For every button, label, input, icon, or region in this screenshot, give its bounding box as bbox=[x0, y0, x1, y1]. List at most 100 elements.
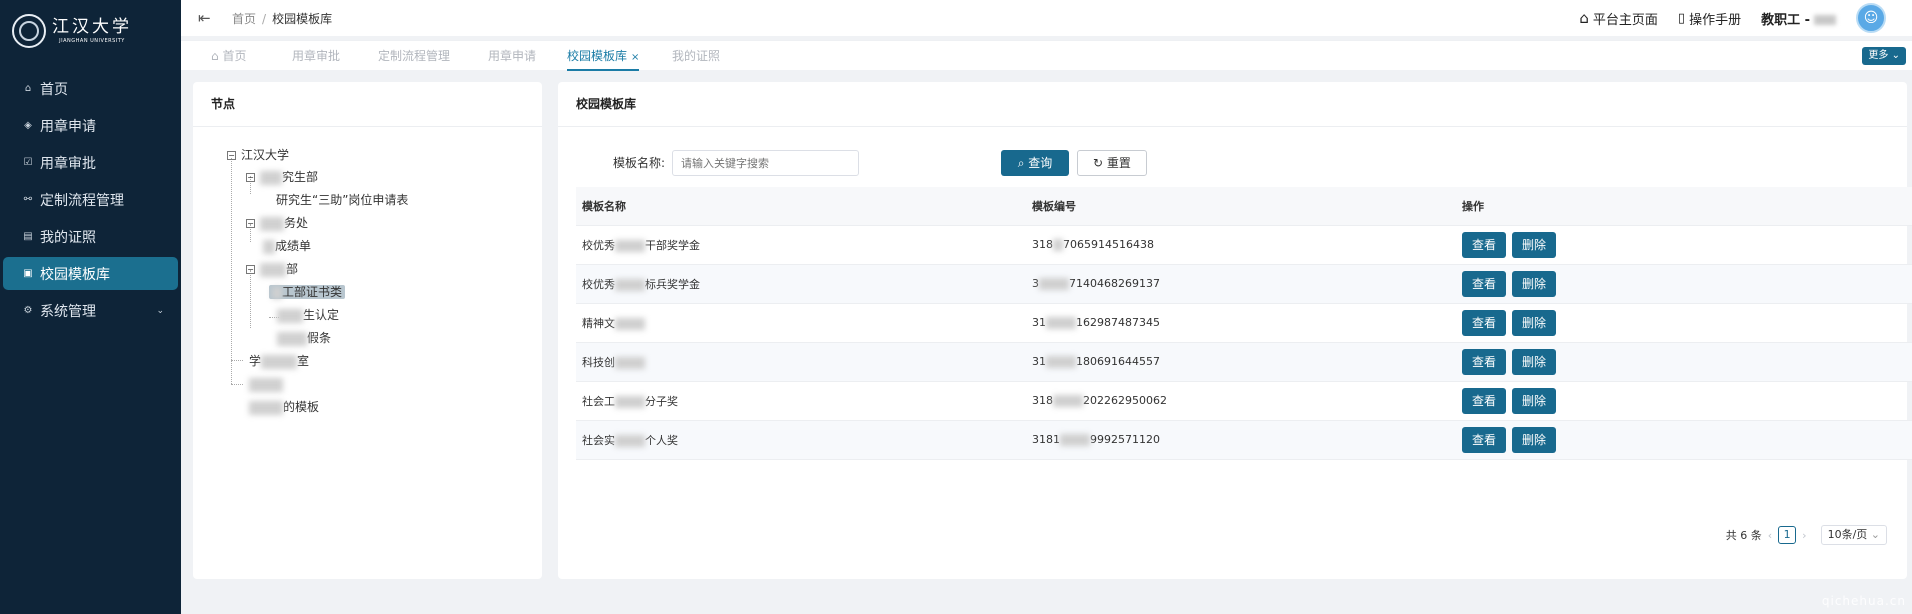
tab-home[interactable]: ⌂ 首页 bbox=[211, 41, 246, 71]
menu-fold-icon[interactable]: ⇤ bbox=[198, 9, 218, 27]
view-button[interactable]: 查看 bbox=[1462, 309, 1506, 336]
sidebar-item-my-certificates[interactable]: ▤ 我的证照 bbox=[3, 220, 178, 253]
house-icon: ⌂ bbox=[1579, 9, 1589, 27]
cell-code: 31 180691644557 bbox=[1026, 342, 1456, 382]
delete-button[interactable]: 删除 bbox=[1512, 426, 1556, 453]
table-row: 校优秀 标兵奖学金 3 7140468269137 查看 删除 bbox=[576, 264, 1912, 304]
blurred-text bbox=[615, 434, 645, 447]
blurred-text bbox=[1060, 434, 1090, 446]
close-icon[interactable]: × bbox=[631, 52, 639, 63]
cell-code: 318 7065914516438 bbox=[1026, 225, 1456, 265]
view-button[interactable]: 查看 bbox=[1462, 270, 1506, 297]
blurred-text bbox=[615, 317, 645, 330]
platform-home-link[interactable]: ⌂ 平台主页面 bbox=[1579, 9, 1658, 28]
cell-code: 3181 9992571120 bbox=[1026, 420, 1456, 460]
col-actions: 操作 bbox=[1456, 187, 1912, 226]
stamp-icon: ◈ bbox=[24, 120, 32, 131]
tree-node-graduate-assistant-form[interactable]: 研究生“三助”岗位申请表 bbox=[276, 191, 408, 209]
collapse-icon[interactable]: − bbox=[246, 173, 255, 182]
blurred-text bbox=[260, 170, 282, 185]
search-bar: 模板名称: ⌕ 查询 ↻ 重置 bbox=[558, 150, 1907, 176]
delete-button[interactable]: 删除 bbox=[1512, 387, 1556, 414]
watermark: qichehua.cn bbox=[1821, 594, 1906, 608]
breadcrumb-home[interactable]: 首页 bbox=[232, 12, 256, 26]
cell-actions: 查看 删除 bbox=[1456, 420, 1912, 460]
tree-panel: 节点 − 江汉大学 − 究生部 研究生“三助”岗位申请表 − 务处 成绩单 − 部 工部… bbox=[193, 82, 542, 579]
delete-button[interactable]: 删除 bbox=[1512, 348, 1556, 375]
sidebar-item-home[interactable]: ⌂ 首页 bbox=[3, 72, 178, 105]
blurred-text bbox=[260, 262, 286, 277]
cell-code: 3 7140468269137 bbox=[1026, 264, 1456, 304]
query-button[interactable]: ⌕ 查询 bbox=[1001, 150, 1069, 176]
template-table: 模板名称 模板编号 操作 校优秀 干部奖学金 318 7065914516438 查… bbox=[576, 187, 1912, 460]
template-library-panel: 校园模板库 模板名称: ⌕ 查询 ↻ 重置 模板名称 模板编号 操作 校优秀干部… bbox=[558, 82, 1912, 579]
tree-node-student-affairs[interactable]: − 部 bbox=[246, 260, 298, 278]
delete-button[interactable]: 删除 bbox=[1512, 231, 1556, 258]
sidebar-item-template-library[interactable]: ▣ 校园模板库 bbox=[3, 257, 178, 290]
tree-node-graduate[interactable]: − 究生部 bbox=[246, 168, 318, 186]
table-row: 精神文 31 162987487345 查看 删除 bbox=[576, 303, 1912, 343]
tree-node-transcript[interactable]: 成绩单 bbox=[263, 237, 311, 255]
logo-name-en: JIANGHAN UNIVERSITY bbox=[59, 38, 125, 44]
view-button[interactable]: 查看 bbox=[1462, 231, 1506, 258]
cell-actions: 查看 删除 bbox=[1456, 303, 1912, 343]
delete-button[interactable]: 删除 bbox=[1512, 270, 1556, 297]
prev-page-icon[interactable]: ‹ bbox=[1768, 529, 1772, 542]
template-name-input[interactable] bbox=[672, 150, 859, 176]
sidebar-menu: ⌂ 首页 ◈ 用章申请 ☑ 用章审批 ⚯ 定制流程管理 ▤ 我的证照 ▣ 校园模板库 ⚙ 系统… bbox=[0, 72, 181, 327]
tab-stamp-approve[interactable]: 用章审批 bbox=[292, 41, 340, 71]
tree-node-root[interactable]: − 江汉大学 bbox=[227, 146, 289, 164]
cell-name: 社会工 分子奖 bbox=[576, 381, 1026, 421]
blurred-text bbox=[272, 286, 282, 299]
cell-actions: 查看 删除 bbox=[1456, 342, 1912, 382]
tab-my-certificates[interactable]: 我的证照 bbox=[672, 41, 720, 71]
tree-node-office[interactable]: 学室 bbox=[249, 352, 309, 370]
chevron-down-icon: ⌄ bbox=[156, 305, 164, 316]
page-number[interactable]: 1 bbox=[1778, 526, 1797, 544]
tree-node-my-templates[interactable]: 的模板 bbox=[249, 398, 319, 416]
collapse-icon[interactable]: − bbox=[246, 219, 255, 228]
tree-node-academic[interactable]: − 务处 bbox=[246, 214, 308, 232]
next-page-icon[interactable]: › bbox=[1802, 529, 1806, 542]
blurred-text bbox=[277, 308, 303, 323]
view-button[interactable]: 查看 bbox=[1462, 348, 1506, 375]
tab-stamp-apply[interactable]: 用章申请 bbox=[488, 41, 536, 71]
total-count: 共 6 条 bbox=[1725, 529, 1762, 542]
tab-bar: ⌂ 首页 用章审批 定制流程管理 用章申请 校园模板库 × 我的证照 更多 ⌄ bbox=[181, 40, 1912, 71]
table-header: 模板名称 模板编号 操作 bbox=[576, 187, 1912, 226]
settings-icon: ⚙ bbox=[23, 305, 33, 316]
panel-title: 校园模板库 bbox=[558, 82, 1907, 127]
page-size-select[interactable]: 10条/页 ⌄ bbox=[1820, 525, 1887, 545]
delete-button[interactable]: 删除 bbox=[1512, 309, 1556, 336]
more-tabs-button[interactable]: 更多 ⌄ bbox=[1862, 47, 1906, 65]
blurred-text bbox=[615, 278, 645, 291]
tree-node-blurred[interactable] bbox=[249, 375, 283, 393]
reset-button[interactable]: ↻ 重置 bbox=[1077, 150, 1147, 176]
manual-link[interactable]: ▯ 操作手册 bbox=[1678, 9, 1741, 28]
sidebar-item-stamp-apply[interactable]: ◈ 用章申请 bbox=[3, 109, 178, 142]
blurred-text bbox=[1046, 356, 1076, 368]
user-menu[interactable]: 教职工 - bbox=[1761, 9, 1836, 28]
table-row: 社会工 分子奖 318 202262950062 查看 删除 bbox=[576, 381, 1912, 421]
tree-node-cadre-certificate[interactable]: 工部证书类 bbox=[269, 283, 346, 301]
flow-icon: ⚯ bbox=[23, 194, 33, 205]
sidebar-item-stamp-approve[interactable]: ☑ 用章审批 bbox=[3, 146, 178, 179]
blurred-username bbox=[1814, 15, 1836, 25]
tab-template-library[interactable]: 校园模板库 × bbox=[567, 41, 640, 71]
sidebar-item-system-manage[interactable]: ⚙ 系统管理 ⌄ bbox=[3, 294, 178, 327]
table-row: 校优秀 干部奖学金 318 7065914516438 查看 删除 bbox=[576, 225, 1912, 265]
view-button[interactable]: 查看 bbox=[1462, 426, 1506, 453]
template-icon: ▣ bbox=[23, 268, 33, 279]
avatar[interactable]: ☺ bbox=[1856, 3, 1886, 33]
search-label: 模板名称: bbox=[613, 156, 666, 170]
logo[interactable]: 江汉大学 JIANGHAN UNIVERSITY bbox=[0, 0, 181, 62]
collapse-icon[interactable]: − bbox=[246, 265, 255, 274]
collapse-icon[interactable]: − bbox=[227, 151, 236, 160]
tab-flow-manage[interactable]: 定制流程管理 bbox=[378, 41, 450, 71]
sidebar-item-flow-manage[interactable]: ⚯ 定制流程管理 bbox=[3, 183, 178, 216]
search-icon: ⌕ bbox=[1017, 156, 1029, 170]
tree-node-leave-slip[interactable]: 假条 bbox=[277, 329, 331, 347]
blurred-text bbox=[1046, 317, 1076, 329]
tree-node-student-recognition[interactable]: 生认定 bbox=[277, 306, 339, 324]
view-button[interactable]: 查看 bbox=[1462, 387, 1506, 414]
